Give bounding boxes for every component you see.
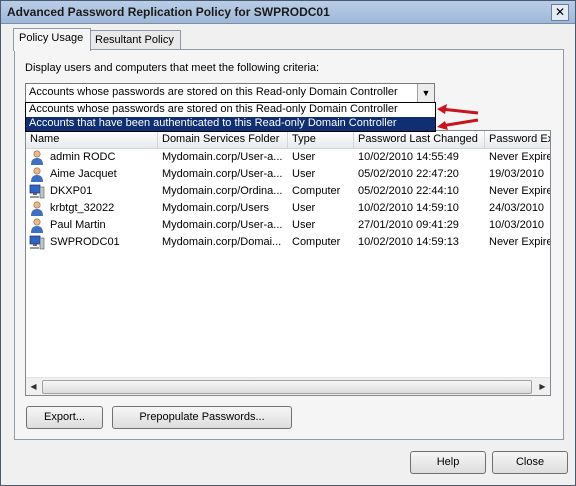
row-name: Aime Jacquet (50, 168, 117, 180)
row-password-changed: 10/02/2010 14:55:49 (358, 151, 459, 163)
row-type: Computer (292, 236, 341, 248)
prepopulate-passwords-button[interactable]: Prepopulate Passwords... (112, 406, 292, 429)
filter-option-stored[interactable]: Accounts whose passwords are stored on t… (26, 103, 435, 117)
accounts-list[interactable]: Name Domain Services Folder Type Passwor… (25, 130, 551, 396)
row-password-expires: Never Expire (489, 236, 550, 248)
row-password-expires: 10/03/2010 (489, 219, 545, 231)
row-name: krbtgt_32022 (50, 202, 115, 214)
row-password-changed: 27/01/2010 09:41:29 (358, 219, 459, 231)
scroll-left-icon[interactable]: ◀ (26, 379, 41, 394)
table-row[interactable]: admin RODC Mydomain.corp/User-a... User … (26, 149, 550, 166)
scroll-right-icon[interactable]: ▶ (535, 379, 550, 394)
title-bar[interactable]: Advanced Password Replication Policy for… (1, 1, 575, 24)
column-header-folder[interactable]: Domain Services Folder (158, 131, 288, 148)
user-icon (31, 150, 43, 165)
row-type: User (292, 168, 316, 180)
row-type: User (292, 151, 316, 163)
row-password-expires: Never Expire (489, 185, 550, 197)
row-folder: Mydomain.corp/User-a... (162, 219, 283, 231)
row-password-expires: Never Expire (489, 151, 550, 163)
criteria-label: Display users and computers that meet th… (25, 62, 320, 74)
row-name: admin RODC (50, 151, 116, 163)
row-password-changed: 05/02/2010 22:44:10 (358, 185, 459, 197)
row-name: SWPRODC01 (50, 236, 120, 248)
export-button[interactable]: Export... (26, 406, 103, 429)
filter-selected-value: Accounts whose passwords are stored on t… (29, 86, 398, 98)
column-header-password-expires[interactable]: Password Ex (485, 131, 550, 148)
table-row[interactable]: krbtgt_32022 Mydomain.corp/Users User 10… (26, 200, 550, 217)
row-folder: Mydomain.corp/Ordina... (162, 185, 283, 197)
row-type: Computer (292, 185, 341, 197)
row-name: DKXP01 (50, 185, 93, 197)
row-name: Paul Martin (50, 219, 106, 231)
close-icon[interactable]: ✕ (551, 4, 569, 21)
chevron-down-icon[interactable]: ▼ (417, 84, 434, 102)
horizontal-scrollbar[interactable]: ◀ ▶ (26, 377, 550, 395)
row-folder: Mydomain.corp/User-a... (162, 151, 283, 163)
filter-options-list: Accounts whose passwords are stored on t… (25, 102, 436, 132)
window-title: Advanced Password Replication Policy for… (7, 5, 330, 19)
row-password-expires: 19/03/2010 (489, 168, 545, 180)
computer-icon (29, 184, 45, 199)
user-icon (31, 201, 43, 216)
help-button[interactable]: Help (410, 451, 486, 474)
tab-policy-usage[interactable]: Policy Usage (13, 28, 91, 51)
table-row[interactable]: SWPRODC01 Mydomain.corp/Domai... Compute… (26, 234, 550, 251)
row-password-expires: 24/03/2010 (489, 202, 545, 214)
close-button[interactable]: Close (492, 451, 568, 474)
table-row[interactable]: DKXP01 Mydomain.corp/Ordina... Computer … (26, 183, 550, 200)
table-row[interactable]: Paul Martin Mydomain.corp/User-a... User… (26, 217, 550, 234)
computer-icon (29, 235, 45, 250)
row-folder: Mydomain.corp/Domai... (162, 236, 282, 248)
row-type: User (292, 202, 316, 214)
scrollbar-thumb[interactable] (42, 380, 532, 394)
column-header-type[interactable]: Type (288, 131, 354, 148)
filter-dropdown[interactable]: Accounts whose passwords are stored on t… (25, 83, 435, 103)
filter-option-authenticated[interactable]: Accounts that have been authenticated to… (26, 117, 435, 131)
tab-resultant-policy[interactable]: Resultant Policy (89, 30, 181, 50)
user-icon (31, 218, 43, 233)
row-folder: Mydomain.corp/Users (162, 202, 269, 214)
row-password-changed: 10/02/2010 14:59:13 (358, 236, 459, 248)
column-header-name[interactable]: Name (26, 131, 158, 148)
row-password-changed: 10/02/2010 14:59:10 (358, 202, 459, 214)
row-folder: Mydomain.corp/User-a... (162, 168, 283, 180)
row-type: User (292, 219, 316, 231)
table-row[interactable]: Aime Jacquet Mydomain.corp/User-a... Use… (26, 166, 550, 183)
user-icon (31, 167, 43, 182)
row-password-changed: 05/02/2010 22:47:20 (358, 168, 459, 180)
annotation-arrows (437, 104, 479, 130)
dialog-window: Advanced Password Replication Policy for… (0, 0, 576, 486)
